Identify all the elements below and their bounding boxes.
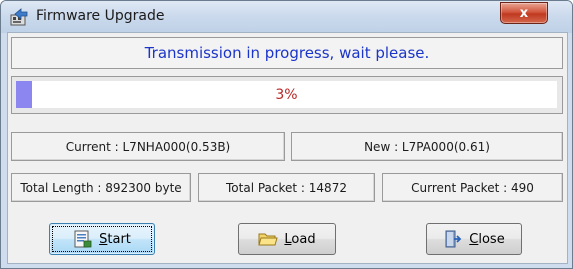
total-length-label: Total Length : 892300 byte (20, 180, 182, 195)
status-message-panel: Transmission in progress, wait please. (11, 37, 563, 69)
current-version-box: Current : L7NHA000(0.53B) (11, 132, 285, 161)
total-packet-box: Total Packet : 14872 (198, 173, 375, 202)
folder-open-icon (258, 233, 279, 246)
progress-percent: 3% (275, 86, 298, 103)
close-icon: x (519, 5, 529, 21)
progress-panel: 3% (11, 76, 563, 114)
total-length-box: Total Length : 892300 byte (11, 173, 191, 202)
start-button[interactable]: Start (49, 223, 155, 255)
current-version-label: Current : L7NHA000(0.53B) (65, 139, 231, 154)
firmware-upgrade-window: Firmware Upgrade x Transmission in progr… (0, 0, 573, 269)
close-button[interactable]: Close (426, 223, 522, 255)
exit-door-icon (445, 230, 462, 248)
progress-bar: 3% (16, 81, 557, 108)
load-button[interactable]: Load (238, 223, 336, 255)
start-icon (74, 230, 92, 248)
status-message: Transmission in progress, wait please. (144, 44, 430, 62)
window-close-button[interactable]: x (500, 2, 548, 24)
app-icon (10, 8, 28, 26)
new-version-label: New : L7PA000(0.61) (364, 139, 490, 154)
title-bar[interactable]: Firmware Upgrade x (1, 1, 572, 33)
load-button-label: Load (284, 231, 316, 247)
close-button-label: Close (469, 231, 505, 247)
client-area: Transmission in progress, wait please. 3… (7, 32, 568, 264)
total-packet-label: Total Packet : 14872 (226, 180, 347, 195)
window-title: Firmware Upgrade (36, 8, 165, 24)
current-packet-label: Current Packet : 490 (411, 180, 534, 195)
new-version-box: New : L7PA000(0.61) (291, 132, 563, 161)
start-button-label: Start (99, 231, 131, 247)
current-packet-box: Current Packet : 490 (382, 173, 563, 202)
